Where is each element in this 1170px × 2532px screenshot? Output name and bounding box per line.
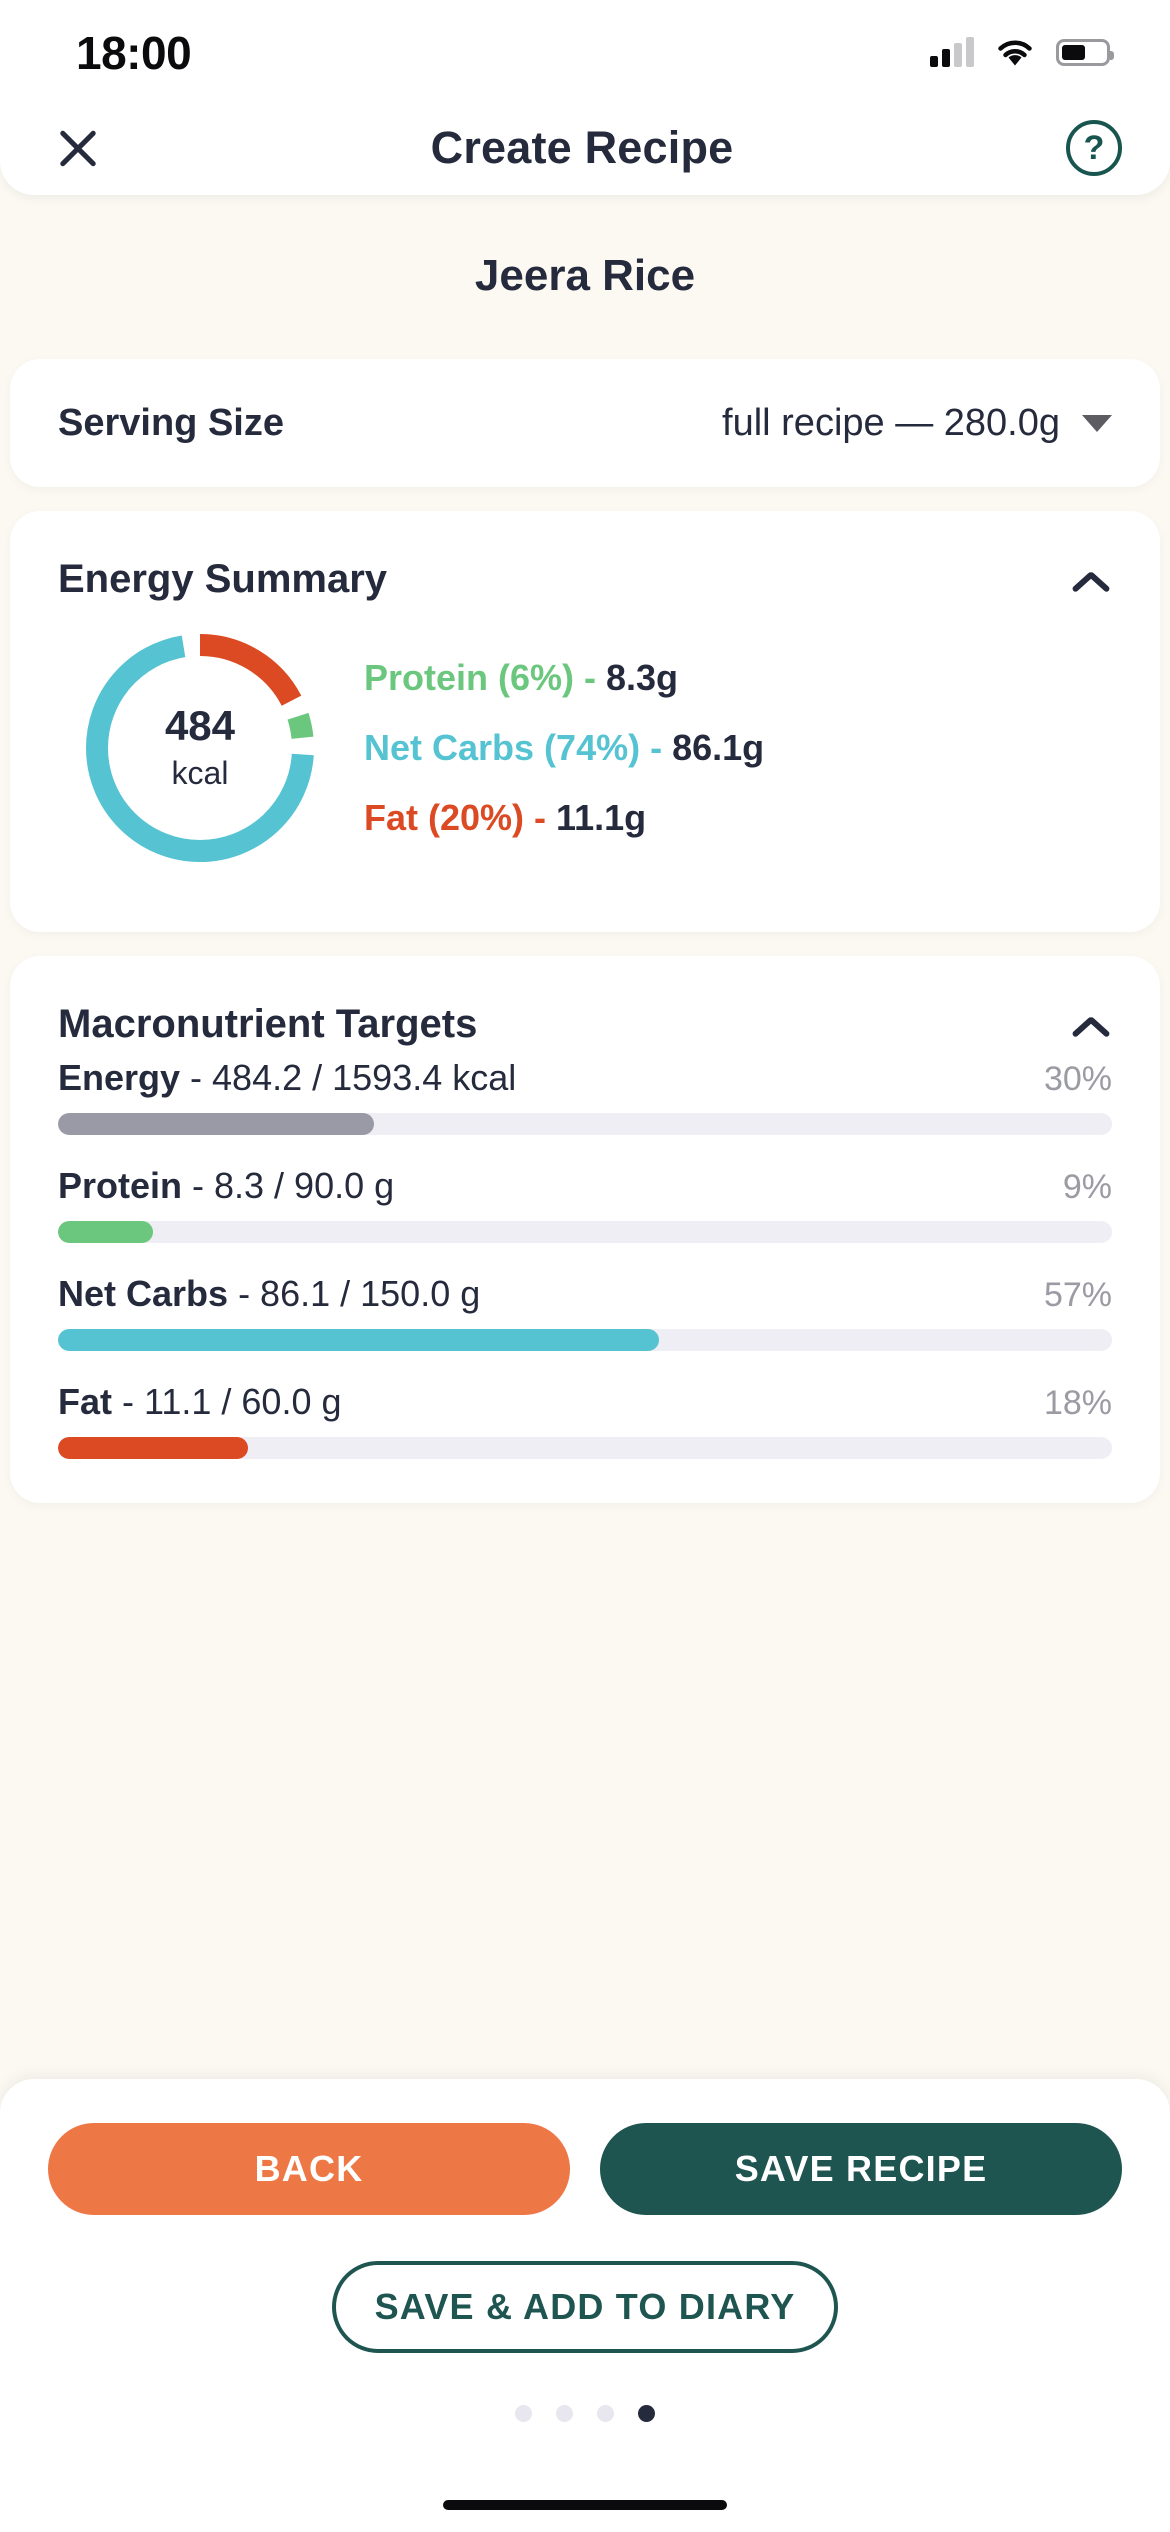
- macro-target-row: Net Carbs - 86.1 / 150.0 g 57%: [58, 1273, 1112, 1315]
- macro-target-fat: Fat - 11.1 / 60.0 g 18%: [58, 1381, 1112, 1489]
- serving-size-selector[interactable]: full recipe — 280.0g: [722, 402, 1112, 445]
- macro-target-progress-track: [58, 1437, 1112, 1459]
- serving-size-card: Serving Size full recipe — 280.0g: [10, 359, 1160, 487]
- legend-value: 11.1g: [556, 797, 647, 838]
- legend-label: Protein (6%) -: [364, 657, 607, 698]
- macro-target-progress-fill: [58, 1113, 375, 1135]
- save-recipe-button[interactable]: SAVE RECIPE: [600, 2123, 1122, 2215]
- macro-target-row: Energy - 484.2 / 1593.4 kcal 30%: [58, 1057, 1112, 1099]
- macro-target-percent: 30%: [1043, 1060, 1112, 1098]
- legend-item-protein: Protein (6%) - 8.3g: [364, 657, 1112, 699]
- macro-target-energy: Energy - 484.2 / 1593.4 kcal 30%: [58, 1057, 1112, 1165]
- status-icons: [930, 37, 1114, 67]
- macro-target-detail: - 484.2 / 1593.4 kcal: [190, 1057, 517, 1098]
- macro-targets-header[interactable]: Macronutrient Targets: [58, 956, 1112, 1057]
- pagination-dot[interactable]: [515, 2405, 532, 2422]
- pagination-dot[interactable]: [556, 2405, 573, 2422]
- recipe-name: Jeera Rice: [474, 251, 696, 300]
- status-time: 18:00: [76, 27, 192, 79]
- macro-target-progress-track: [58, 1329, 1112, 1351]
- macro-target-detail: - 11.1 / 60.0 g: [122, 1381, 342, 1422]
- battery-icon: [1056, 38, 1114, 66]
- macro-donut-chart: 484 kcal: [80, 628, 320, 868]
- serving-size-row[interactable]: Serving Size full recipe — 280.0g: [58, 359, 1112, 487]
- legend-value: 8.3g: [606, 657, 679, 698]
- macro-targets-list: Energy - 484.2 / 1593.4 kcal 30% Protein -…: [58, 1057, 1112, 1503]
- pagination-dots: [48, 2353, 1122, 2422]
- legend-item-net-carbs: Net Carbs (74%) - 86.1g: [364, 727, 1112, 769]
- legend-value: 86.1g: [672, 727, 765, 768]
- energy-summary-card: Energy Summary 484 kcal Protein (6%) - 8…: [10, 511, 1160, 932]
- serving-size-label: Serving Size: [58, 401, 284, 444]
- macro-target-name: Protein: [58, 1165, 193, 1206]
- macro-target-percent: 57%: [1043, 1276, 1112, 1314]
- macro-target-label: Fat - 11.1 / 60.0 g: [58, 1381, 342, 1423]
- donut-kcal-value: 484: [164, 702, 236, 750]
- macro-target-percent: 9%: [1062, 1168, 1112, 1206]
- macro-target-name: Fat: [58, 1381, 123, 1422]
- serving-size-value: full recipe — 280.0g: [722, 401, 1060, 444]
- macro-target-progress-track: [58, 1113, 1112, 1135]
- macro-target-progress-fill: [58, 1437, 248, 1459]
- status-bar: 18:00: [0, 0, 1170, 100]
- primary-button-row: BACK SAVE RECIPE: [48, 2123, 1122, 2215]
- macro-target-row: Protein - 8.3 / 90.0 g 9%: [58, 1165, 1112, 1207]
- back-button[interactable]: BACK: [48, 2123, 570, 2215]
- home-indicator: [443, 2500, 727, 2510]
- macronutrient-targets-card: Macronutrient Targets Energy - 484.2 / 1…: [10, 956, 1160, 1503]
- legend-label: Net Carbs (74%) -: [364, 727, 673, 768]
- chevron-up-icon[interactable]: [1072, 1008, 1106, 1042]
- wifi-icon: [996, 37, 1034, 67]
- chevron-up-icon[interactable]: [1072, 563, 1106, 597]
- macro-target-progress-fill: [58, 1221, 153, 1243]
- cellular-signal-icon: [930, 37, 974, 67]
- legend-item-fat: Fat (20%) - 11.1g: [364, 797, 1112, 839]
- energy-summary-body: 484 kcal Protein (6%) - 8.3g Net Carbs (7…: [58, 612, 1112, 932]
- app-header: Create Recipe ?: [0, 100, 1170, 195]
- energy-summary-header[interactable]: Energy Summary: [58, 511, 1112, 612]
- macro-target-name: Net Carbs: [58, 1273, 239, 1314]
- chevron-down-icon[interactable]: [1082, 414, 1112, 432]
- macro-legend: Protein (6%) - 8.3g Net Carbs (74%) - 86.…: [354, 657, 1112, 839]
- close-icon[interactable]: [48, 118, 108, 178]
- macro-target-row: Fat - 11.1 / 60.0 g 18%: [58, 1381, 1112, 1423]
- donut-kcal-unit: kcal: [171, 754, 229, 791]
- donut-center-label: 484 kcal: [80, 628, 320, 868]
- macro-target-detail: - 8.3 / 90.0 g: [192, 1165, 395, 1206]
- app-screen: 18:00 Create Recipe ? Jeera Rice Serving…: [0, 0, 1170, 2532]
- page-title: Create Recipe: [430, 121, 734, 173]
- macro-target-percent: 18%: [1043, 1384, 1112, 1422]
- macro-target-name: Energy: [58, 1057, 191, 1098]
- macro-target-label: Net Carbs - 86.1 / 150.0 g: [58, 1273, 480, 1315]
- help-circle-icon[interactable]: ?: [1066, 119, 1122, 176]
- macro-target-progress-fill: [58, 1329, 659, 1351]
- macro-target-label: Energy - 484.2 / 1593.4 kcal: [58, 1057, 516, 1099]
- pagination-dot[interactable]: [597, 2405, 614, 2422]
- pagination-dot-active[interactable]: [638, 2405, 655, 2422]
- macro-targets-title: Macronutrient Targets: [58, 1002, 478, 1046]
- macro-target-label: Protein - 8.3 / 90.0 g: [58, 1165, 394, 1207]
- energy-summary-title: Energy Summary: [58, 557, 388, 601]
- macro-target-net-carbs: Net Carbs - 86.1 / 150.0 g 57%: [58, 1273, 1112, 1381]
- save-and-add-to-diary-button[interactable]: SAVE & ADD TO DIARY: [332, 2261, 838, 2353]
- macro-target-progress-track: [58, 1221, 1112, 1243]
- macro-target-detail: - 86.1 / 150.0 g: [238, 1273, 481, 1314]
- action-footer: BACK SAVE RECIPE SAVE & ADD TO DIARY: [0, 2079, 1170, 2532]
- macro-target-protein: Protein - 8.3 / 90.0 g 9%: [58, 1165, 1112, 1273]
- legend-label: Fat (20%) -: [364, 797, 557, 838]
